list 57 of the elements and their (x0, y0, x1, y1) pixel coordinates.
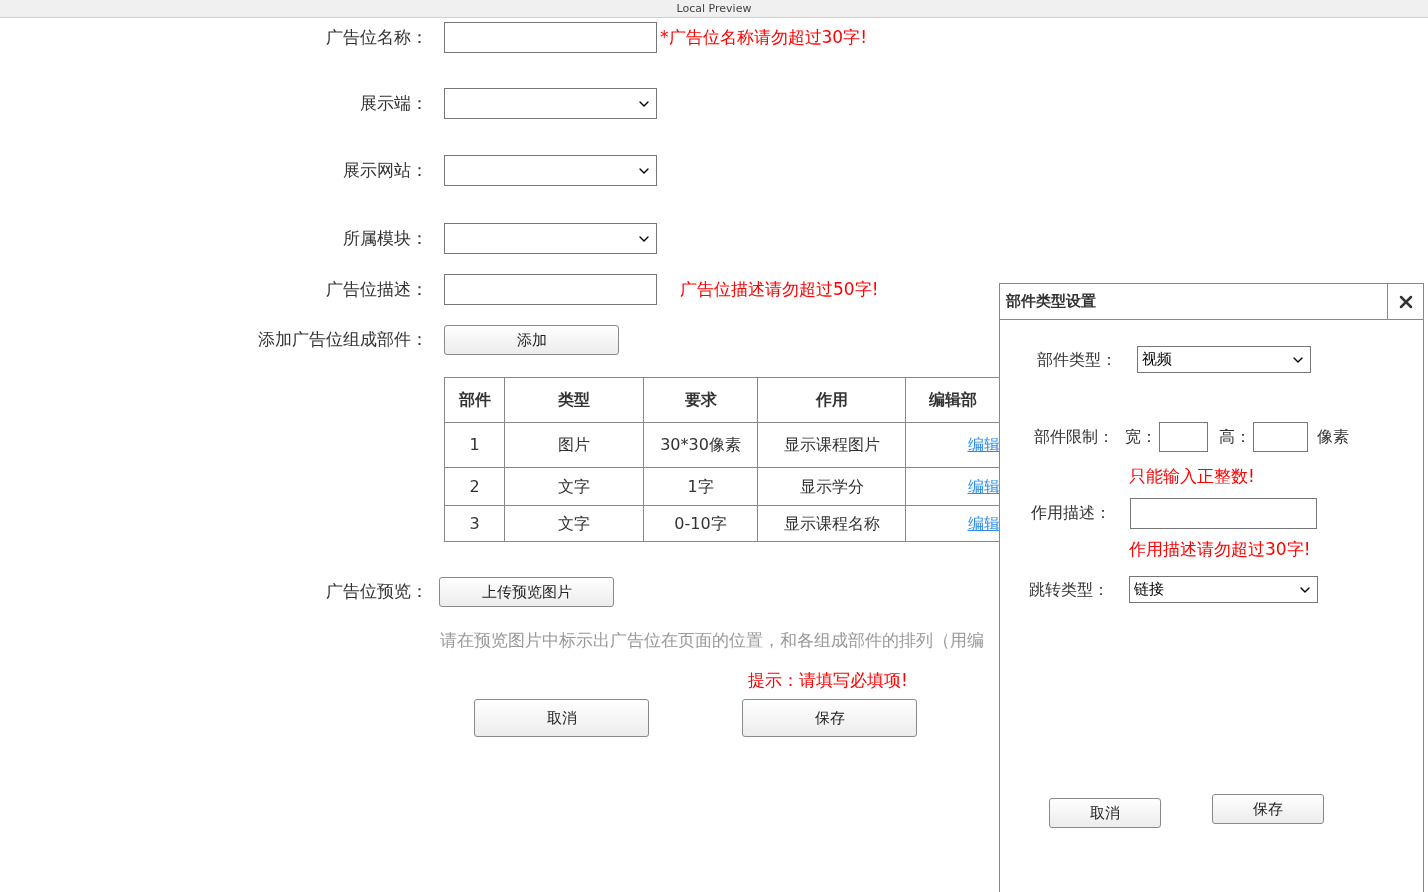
error-text: 作用描述请勿超过30字! (1129, 537, 1312, 561)
error-text: *广告位名称请勿超过30字! (660, 25, 867, 49)
edit-link[interactable]: 编辑 (967, 476, 1000, 496)
table-cell: 显示课程图片 (757, 422, 906, 468)
button[interactable]: 保存 (1212, 794, 1324, 824)
table-cell: 3 (444, 505, 505, 542)
dropdown[interactable] (444, 88, 657, 119)
error-text: 广告位描述请勿超过50字! (680, 277, 879, 301)
input-field[interactable] (1253, 422, 1308, 452)
field-label: 添加广告位组成部件： (257, 328, 428, 352)
dropdown[interactable] (444, 223, 657, 254)
button[interactable]: 上传预览图片 (439, 577, 614, 607)
field-label: 广告位名称： (325, 25, 428, 49)
column-header: 作用 (757, 377, 906, 423)
table-cell: 1字 (643, 467, 758, 506)
hint-text: 请在预览图片中标示出广告位在页面的位置，和各组成部件的排列（用编 (440, 630, 985, 652)
button[interactable]: 添加 (444, 325, 619, 355)
table-cell: 2 (444, 467, 505, 506)
table-cell: 30*30像素 (643, 422, 758, 468)
dialog-title: 部件类型设置 (1005, 291, 1097, 313)
unit-text: 像素 (1317, 426, 1349, 448)
table-cell: 显示课程名称 (757, 505, 906, 542)
field-label: 高： (1219, 426, 1252, 448)
field-label: 展示端： (359, 91, 428, 115)
input-field[interactable] (444, 274, 657, 305)
column-header: 要求 (643, 377, 758, 423)
field-label: 跳转类型： (1029, 578, 1110, 601)
input-field[interactable] (444, 22, 657, 53)
notice-text: 提示：请填写必填项! (748, 668, 909, 692)
field-label: 广告位描述： (325, 277, 428, 301)
table-cell: 图片 (504, 422, 644, 468)
dropdown[interactable] (444, 155, 657, 186)
input-field[interactable] (1159, 422, 1208, 452)
button[interactable]: 取消 (474, 699, 649, 738)
field-label: 所属模块： (342, 226, 428, 250)
field-label: 展示网站： (342, 158, 428, 182)
field-label: 部件限制： (1034, 426, 1115, 448)
dropdown[interactable]: 链接 (1129, 576, 1318, 603)
field-label: 宽： (1125, 426, 1158, 448)
field-label: 部件类型： (1037, 348, 1118, 371)
button[interactable]: 保存 (742, 699, 917, 738)
table-cell: 文字 (504, 467, 644, 506)
window-title: Local Preview (676, 3, 752, 14)
table-cell: 显示学分 (757, 467, 906, 506)
field-label: 广告位预览： (325, 580, 428, 604)
table-cell: 1 (444, 422, 505, 468)
column-header: 部件 (444, 377, 505, 423)
button[interactable]: 取消 (1049, 798, 1161, 828)
field-label: 作用描述： (1031, 502, 1112, 524)
table-cell: 0-10字 (643, 505, 758, 542)
edit-link[interactable]: 编辑 (967, 435, 1000, 454)
table-cell: 文字 (504, 505, 644, 542)
dropdown[interactable]: 视频 (1137, 346, 1311, 373)
edit-link[interactable]: 编辑 (967, 513, 1000, 533)
column-header: 类型 (504, 377, 644, 423)
input-field[interactable] (1130, 497, 1317, 529)
error-text: 只能输入正整数! (1129, 465, 1256, 488)
